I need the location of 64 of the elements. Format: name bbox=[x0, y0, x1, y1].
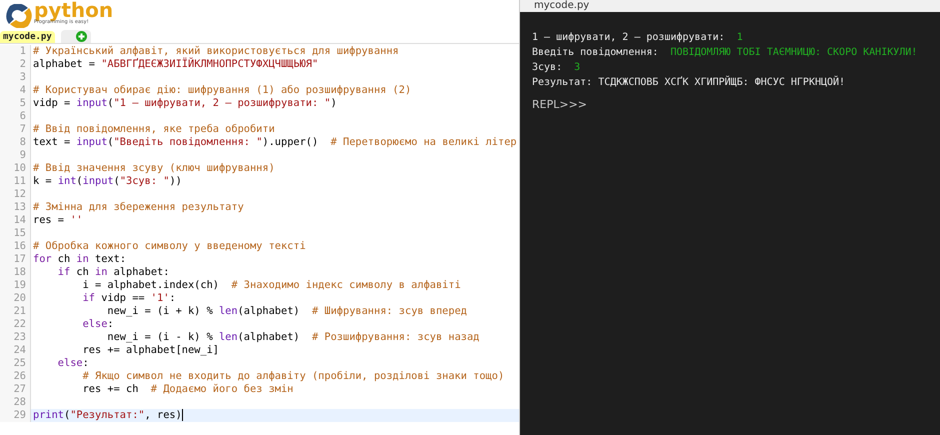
code-line: alphabet = "АБВГҐДЕЄЖЗИІЇЙКЛМНОПРСТУФХЦЧШЩЬЮЯ" bbox=[32, 58, 318, 71]
add-icon bbox=[76, 31, 87, 42]
code-line: # Український алфавіт, який використовується для шифрування bbox=[32, 45, 399, 58]
logo-name: python bbox=[34, 0, 114, 20]
console-line: Результат: ТСДКЖСПОВБ ХСҐК ХГИПРЙЩБ: ФНСУС НГРКНЦОЙ! bbox=[532, 75, 846, 90]
code-line: # Ввід повідомлення, яке треба обробити bbox=[32, 123, 275, 136]
line-number: 5 bbox=[0, 97, 31, 110]
line-number: 25 bbox=[0, 357, 31, 370]
code-line: # Обробка кожного символу у введеному тексті bbox=[32, 240, 306, 253]
line-number: 24 bbox=[0, 344, 31, 357]
code-line: else: bbox=[56, 357, 89, 370]
code-line: new_i = (i - k) % len(alphabet) # Розшифрування: зсув назад bbox=[106, 331, 480, 344]
new-tab-button[interactable] bbox=[60, 30, 91, 43]
line-number: 20 bbox=[0, 292, 31, 305]
line-number: 2 bbox=[0, 58, 31, 71]
code-line: i = alphabet.index(ch) # Знаходимо індекс символу в алфавіті bbox=[82, 279, 461, 292]
line-number: 10 bbox=[0, 162, 31, 175]
code-line: # Користувач обирає дію: шифрування (1) або розшифрування (2) bbox=[32, 84, 412, 97]
line-number: 9 bbox=[0, 149, 31, 162]
code-line: res += ch # Додаємо його без змін bbox=[82, 383, 294, 396]
line-number: 21 bbox=[0, 305, 31, 318]
line-number: 7 bbox=[0, 123, 31, 136]
logo-icon bbox=[6, 4, 32, 28]
line-number: 8 bbox=[0, 136, 31, 149]
code-line: # Змінна для збереження результату bbox=[32, 201, 244, 214]
file-tab[interactable]: mycode.py bbox=[0, 31, 55, 43]
code-line: new_i = (i + k) % len(alphabet) # Шифрування: зсув вперед bbox=[106, 305, 467, 318]
code-line: res = '' bbox=[32, 214, 83, 227]
code-line: # Якщо символ не входить до алфавіту (пробіли, розділові знаки тощо) bbox=[82, 370, 504, 383]
line-number: 12 bbox=[0, 188, 31, 201]
line-number: 22 bbox=[0, 318, 31, 331]
line-number: 16 bbox=[0, 240, 31, 253]
code-line: for ch in text: bbox=[32, 253, 126, 266]
code-line: # Ввід значення зсуву (ключ шифрування) bbox=[32, 162, 275, 175]
line-number: 23 bbox=[0, 331, 31, 344]
code-line: k = int(input("Зсув: ")) bbox=[32, 175, 182, 188]
console-title: mycode.py bbox=[520, 0, 940, 12]
console-line: 1 — шифрувати, 2 — розшифрувати: 1 bbox=[532, 31, 744, 45]
console-line: Зсув: 3 bbox=[532, 61, 582, 75]
line-number: 4 bbox=[0, 84, 31, 97]
console-line: Введіть повідомлення: ПОВІДОМЛЯЮ ТОБІ ТАЄМНИЦЮ: СКОРО КАНІКУЛИ! bbox=[532, 46, 918, 60]
line-number: 29 bbox=[0, 409, 31, 422]
code-line: print("Результат:", res) bbox=[32, 409, 182, 422]
line-number: 26 bbox=[0, 370, 31, 383]
code-line: text = input("Введіть повідомлення: ").upper() # Перетворюємо на великі літер bbox=[32, 136, 517, 149]
line-number: 18 bbox=[0, 266, 31, 279]
text-cursor bbox=[182, 409, 183, 421]
line-number: 11 bbox=[0, 175, 31, 188]
line-number: 13 bbox=[0, 201, 31, 214]
line-number: 14 bbox=[0, 214, 31, 227]
code-line: vidp = input("1 — шифрувати, 2 — розшифрувати: ") bbox=[32, 97, 337, 110]
code-line: else: bbox=[82, 318, 114, 331]
line-number: 28 bbox=[0, 396, 31, 409]
line-number: 27 bbox=[0, 383, 31, 396]
line-number: 17 bbox=[0, 253, 31, 266]
line-number: 1 bbox=[0, 45, 31, 58]
line-number: 3 bbox=[0, 71, 31, 84]
line-number: 15 bbox=[0, 227, 31, 240]
line-number: 6 bbox=[0, 110, 31, 123]
repl-prompt: REPL>>> bbox=[532, 98, 588, 111]
line-number: 19 bbox=[0, 279, 31, 292]
code-line: if vidp == '1': bbox=[82, 292, 176, 305]
code-line: if ch in alphabet: bbox=[56, 266, 170, 279]
code-line: res += alphabet[new_i] bbox=[82, 344, 219, 357]
